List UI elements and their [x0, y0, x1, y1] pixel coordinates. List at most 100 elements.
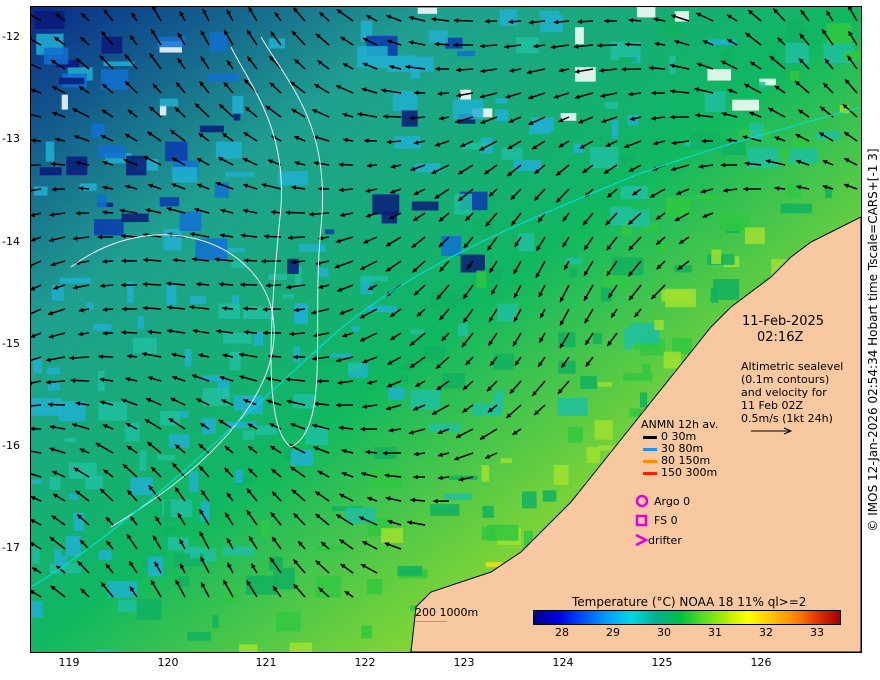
- temperature-patch: [360, 276, 388, 282]
- description-line: 11 Feb 02Z: [741, 399, 803, 412]
- description-line: (0.1m contours): [741, 373, 830, 386]
- temperature-patch: [101, 36, 123, 54]
- temperature-patch: [540, 15, 563, 33]
- temperature-patch: [225, 172, 255, 177]
- temperature-patch: [139, 450, 147, 471]
- x-tick-label: 119: [58, 656, 80, 669]
- temperature-patch: [410, 329, 425, 334]
- temperature-patch: [293, 346, 301, 363]
- temperature-patch: [695, 194, 719, 200]
- temperature-patch: [218, 303, 240, 319]
- temperature-patch: [611, 119, 619, 139]
- legend-swatch: [643, 459, 657, 463]
- temperature-patch: [235, 469, 243, 484]
- temperature-patch: [163, 500, 171, 522]
- temperature-patch: [232, 95, 244, 114]
- temperature-patch: [223, 332, 252, 344]
- temperature-patch: [707, 69, 732, 81]
- temperature-patch: [179, 211, 202, 231]
- temperature-patch: [612, 257, 644, 276]
- argo-circle-icon: [635, 494, 649, 508]
- temperature-patch: [759, 81, 766, 89]
- temperature-patch: [233, 113, 241, 121]
- temperature-patch: [501, 147, 523, 160]
- temperature-patch: [482, 506, 494, 518]
- temperature-patch: [294, 304, 308, 324]
- temperature-patch: [558, 360, 576, 374]
- temperature-patch: [460, 254, 485, 273]
- x-tick-label: 123: [453, 656, 475, 669]
- temperature-patch: [589, 146, 619, 169]
- temperature-patch: [260, 520, 270, 538]
- temperature-patch: [189, 296, 207, 304]
- temperature-patch: [255, 425, 277, 435]
- colorbar-tick: 32: [759, 626, 773, 639]
- temperature-patch: [246, 575, 277, 595]
- temperature-patch: [94, 219, 124, 236]
- temperature-patch: [410, 389, 441, 410]
- temperature-patch: [348, 363, 363, 373]
- temperature-patch: [411, 201, 439, 211]
- temperature-patch: [630, 209, 650, 227]
- temperature-patch: [316, 545, 346, 551]
- temperature-patch: [747, 147, 779, 168]
- temperature-patch: [495, 98, 508, 104]
- temperature-patch: [580, 376, 597, 389]
- sst-map: [31, 7, 861, 652]
- temperature-patch: [32, 546, 40, 564]
- temperature-patch: [31, 479, 42, 484]
- x-tick-label: 120: [157, 656, 179, 669]
- temperature-patch: [481, 526, 495, 541]
- temperature-patch: [787, 182, 802, 199]
- fs-label: FS 0: [654, 514, 678, 527]
- temperature-patch: [428, 30, 448, 43]
- temperature-patch: [126, 155, 147, 176]
- temperature-patch: [495, 109, 509, 121]
- temperature-patch: [441, 372, 465, 389]
- bathy-swatch: [415, 621, 447, 622]
- temperature-patch: [352, 325, 360, 332]
- temperature-patch: [493, 353, 514, 370]
- temperature-patch: [457, 50, 476, 57]
- temperature-patch: [569, 267, 577, 278]
- temperature-patch: [163, 526, 177, 535]
- temperature-patch: [210, 32, 227, 52]
- temperature-patch: [444, 493, 472, 501]
- temperature-patch: [844, 50, 861, 61]
- temperature-patch: [156, 454, 176, 461]
- temperature-patch: [199, 125, 225, 133]
- bathy-label: 200 1000m: [415, 606, 479, 619]
- temperature-patch: [242, 430, 255, 440]
- temperature-patch: [636, 7, 656, 18]
- temperature-patch: [289, 642, 313, 652]
- temperature-patch: [290, 449, 313, 466]
- date-label: 11-Feb-2025: [742, 314, 825, 329]
- temperature-patch: [39, 167, 62, 176]
- copyright-label: © IMOS 12-Jan-2026 02:54:34 Hobart time …: [866, 148, 880, 532]
- legend-item: 150 300m: [643, 466, 717, 479]
- description-line: and velocity for: [741, 386, 827, 399]
- temperature-patch: [137, 315, 145, 330]
- temperature-patch: [268, 274, 287, 280]
- y-tick-label: -13: [2, 132, 20, 145]
- colorbar-tick: 33: [810, 626, 824, 639]
- temperature-patch: [452, 99, 484, 120]
- temperature-patch: [357, 46, 388, 68]
- temperature-patch: [553, 465, 569, 486]
- temperature-patch: [567, 426, 584, 443]
- temperature-patch: [609, 206, 633, 226]
- colorbar-tick: 28: [555, 626, 569, 639]
- temperature-patch: [481, 465, 490, 482]
- temperature-patch: [597, 382, 612, 387]
- temperature-patch: [423, 345, 446, 362]
- temperature-patch: [476, 270, 487, 288]
- description-line: 0.5m/s (1kt 24h): [741, 412, 833, 425]
- time-label: 02:16Z: [757, 330, 804, 345]
- temperature-patch: [410, 71, 420, 79]
- temperature-patch: [372, 194, 400, 215]
- map-panel: [30, 6, 862, 653]
- temperature-patch: [65, 536, 82, 557]
- legend-swatch: [643, 447, 657, 451]
- temperature-patch: [184, 348, 192, 367]
- temperature-patch: [392, 90, 418, 111]
